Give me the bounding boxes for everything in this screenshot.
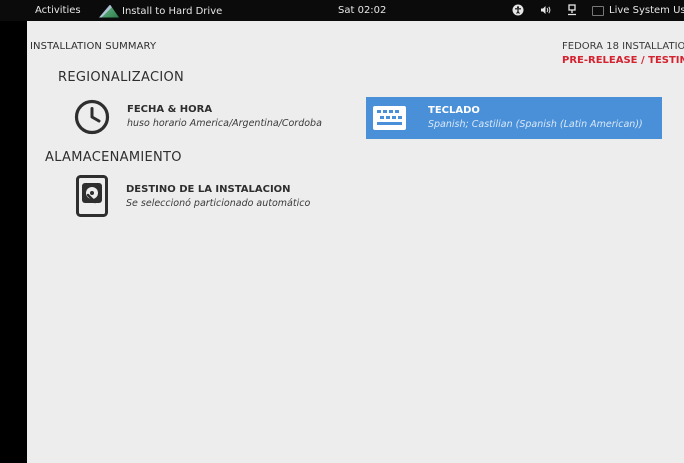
- section-title-almacenamiento: ALAMACENAMIENTO: [45, 150, 182, 165]
- network-icon[interactable]: [565, 3, 579, 17]
- prerelease-warning: PRE-RELEASE / TESTING: [562, 55, 684, 66]
- app-menu[interactable]: Install to Hard Drive: [99, 3, 222, 19]
- clock-icon: [74, 99, 110, 139]
- installation-summary-window: INSTALLATION SUMMARY FEDORA 18 INSTALLAT…: [27, 21, 684, 463]
- keyboard-icon: [373, 106, 406, 134]
- accessibility-icon[interactable]: [511, 3, 525, 17]
- user-name: Live System User: [609, 5, 684, 16]
- clock[interactable]: Sat 02:02: [338, 5, 386, 16]
- spoke-date-time[interactable]: FECHA & HORA huso horario America/Argent…: [67, 96, 367, 138]
- product-name: FEDORA 18 INSTALLATION: [562, 41, 684, 52]
- activities-button[interactable]: Activities: [35, 5, 81, 16]
- spoke-title: FECHA & HORA: [127, 104, 213, 115]
- top-bar: Activities Install to Hard Drive Sat 02:…: [0, 0, 684, 21]
- left-margin: [0, 21, 27, 463]
- hard-disk-icon: [76, 175, 108, 221]
- volume-icon[interactable]: [539, 3, 553, 17]
- installer-app-icon: [99, 4, 119, 18]
- user-menu[interactable]: Live System User: [592, 5, 684, 16]
- app-menu-label: Install to Hard Drive: [122, 5, 223, 17]
- spoke-status: Spanish; Castilian (Spanish (Latin Ameri…: [428, 119, 643, 130]
- spoke-title: DESTINO DE LA INSTALACION: [126, 184, 291, 195]
- spoke-status: Se seleccionó particionado automático: [126, 198, 311, 209]
- page-title: INSTALLATION SUMMARY: [30, 41, 157, 52]
- chat-icon: [592, 5, 604, 16]
- spoke-status: huso horario America/Argentina/Cordoba: [127, 118, 322, 129]
- spoke-installation-destination[interactable]: DESTINO DE LA INSTALACION Se seleccionó …: [67, 175, 367, 217]
- spoke-title: TECLADO: [428, 105, 480, 116]
- spoke-keyboard[interactable]: TECLADO Spanish; Castilian (Spanish (Lat…: [366, 97, 662, 139]
- section-title-regionalizacion: REGIONALIZACION: [58, 70, 185, 85]
